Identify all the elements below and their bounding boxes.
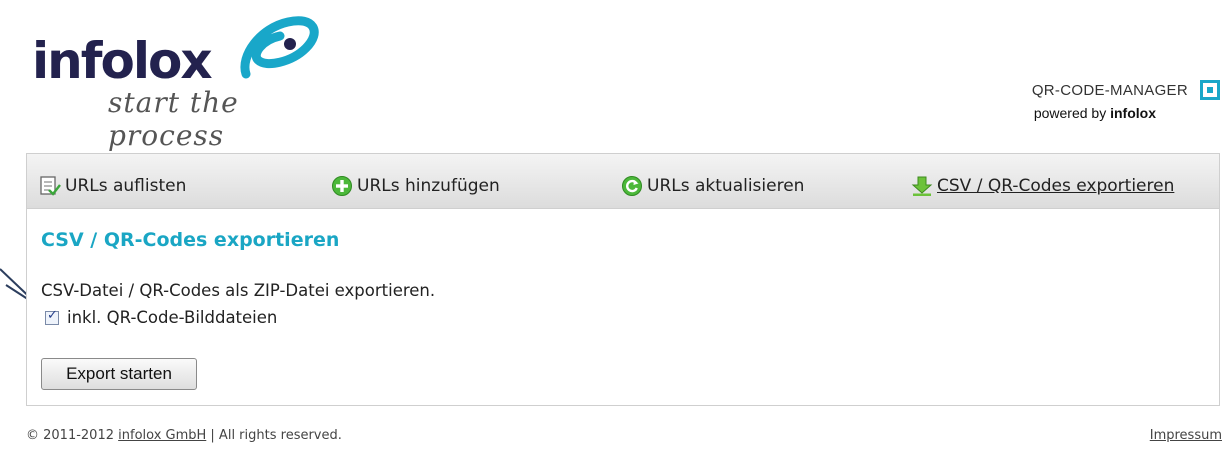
nav-item-urls-aktualisieren[interactable]: URLs aktualisieren xyxy=(621,174,804,198)
nav-label: URLs hinzufügen xyxy=(357,176,500,196)
include-images-row: inkl. QR-Code-Bilddateien xyxy=(45,308,277,327)
include-images-checkbox[interactable] xyxy=(45,308,59,325)
nav-item-urls-hinzufuegen[interactable]: URLs hinzufügen xyxy=(331,174,500,198)
refresh-icon xyxy=(622,176,642,196)
main-panel: URLs auflisten URLs hinzufügen URLs aktu… xyxy=(26,153,1220,406)
product-title: QR-CODE-MANAGER xyxy=(1031,82,1188,99)
impressum-link[interactable]: Impressum xyxy=(1150,428,1222,443)
navigation-bar: URLs auflisten URLs hinzufügen URLs aktu… xyxy=(27,154,1219,209)
logo-swoosh-icon xyxy=(240,16,319,79)
powered-by-text: powered by infolox xyxy=(1034,105,1156,121)
rights-text: | All rights reserved. xyxy=(210,428,342,443)
include-images-label[interactable]: inkl. QR-Code-Bilddateien xyxy=(67,308,277,327)
nav-item-urls-auflisten[interactable]: URLs auflisten xyxy=(39,174,186,198)
download-arrow-icon xyxy=(911,176,933,196)
infolox-logo: infolox start the process xyxy=(30,14,330,152)
nav-label: URLs auflisten xyxy=(65,176,187,196)
export-start-button[interactable]: Export starten xyxy=(41,358,197,390)
nav-label: URLs aktualisieren xyxy=(647,176,805,196)
logo-tagline: start the process xyxy=(108,86,239,152)
powered-by-company: infolox xyxy=(1110,105,1156,121)
company-link[interactable]: infolox GmbH xyxy=(118,428,206,443)
nav-label: CSV / QR-Codes exportieren xyxy=(937,176,1175,196)
list-check-icon xyxy=(40,176,61,196)
copyright-years: © 2011-2012 xyxy=(26,428,114,443)
export-description: CSV-Datei / QR-Codes als ZIP-Datei expor… xyxy=(41,281,436,300)
powered-by-label: powered by xyxy=(1033,105,1107,121)
qr-square-icon xyxy=(1200,80,1220,100)
logo-wordmark: infolox xyxy=(32,32,213,90)
nav-item-csv-qr-export[interactable]: CSV / QR-Codes exportieren xyxy=(911,174,1174,198)
product-branding: QR-CODE-MANAGER powered by infolox xyxy=(1000,78,1220,128)
footer-copyright: © 2011-2012 infolox GmbH | All rights re… xyxy=(26,428,342,443)
add-circle-icon xyxy=(332,176,352,196)
page-title: CSV / QR-Codes exportieren xyxy=(41,229,340,251)
